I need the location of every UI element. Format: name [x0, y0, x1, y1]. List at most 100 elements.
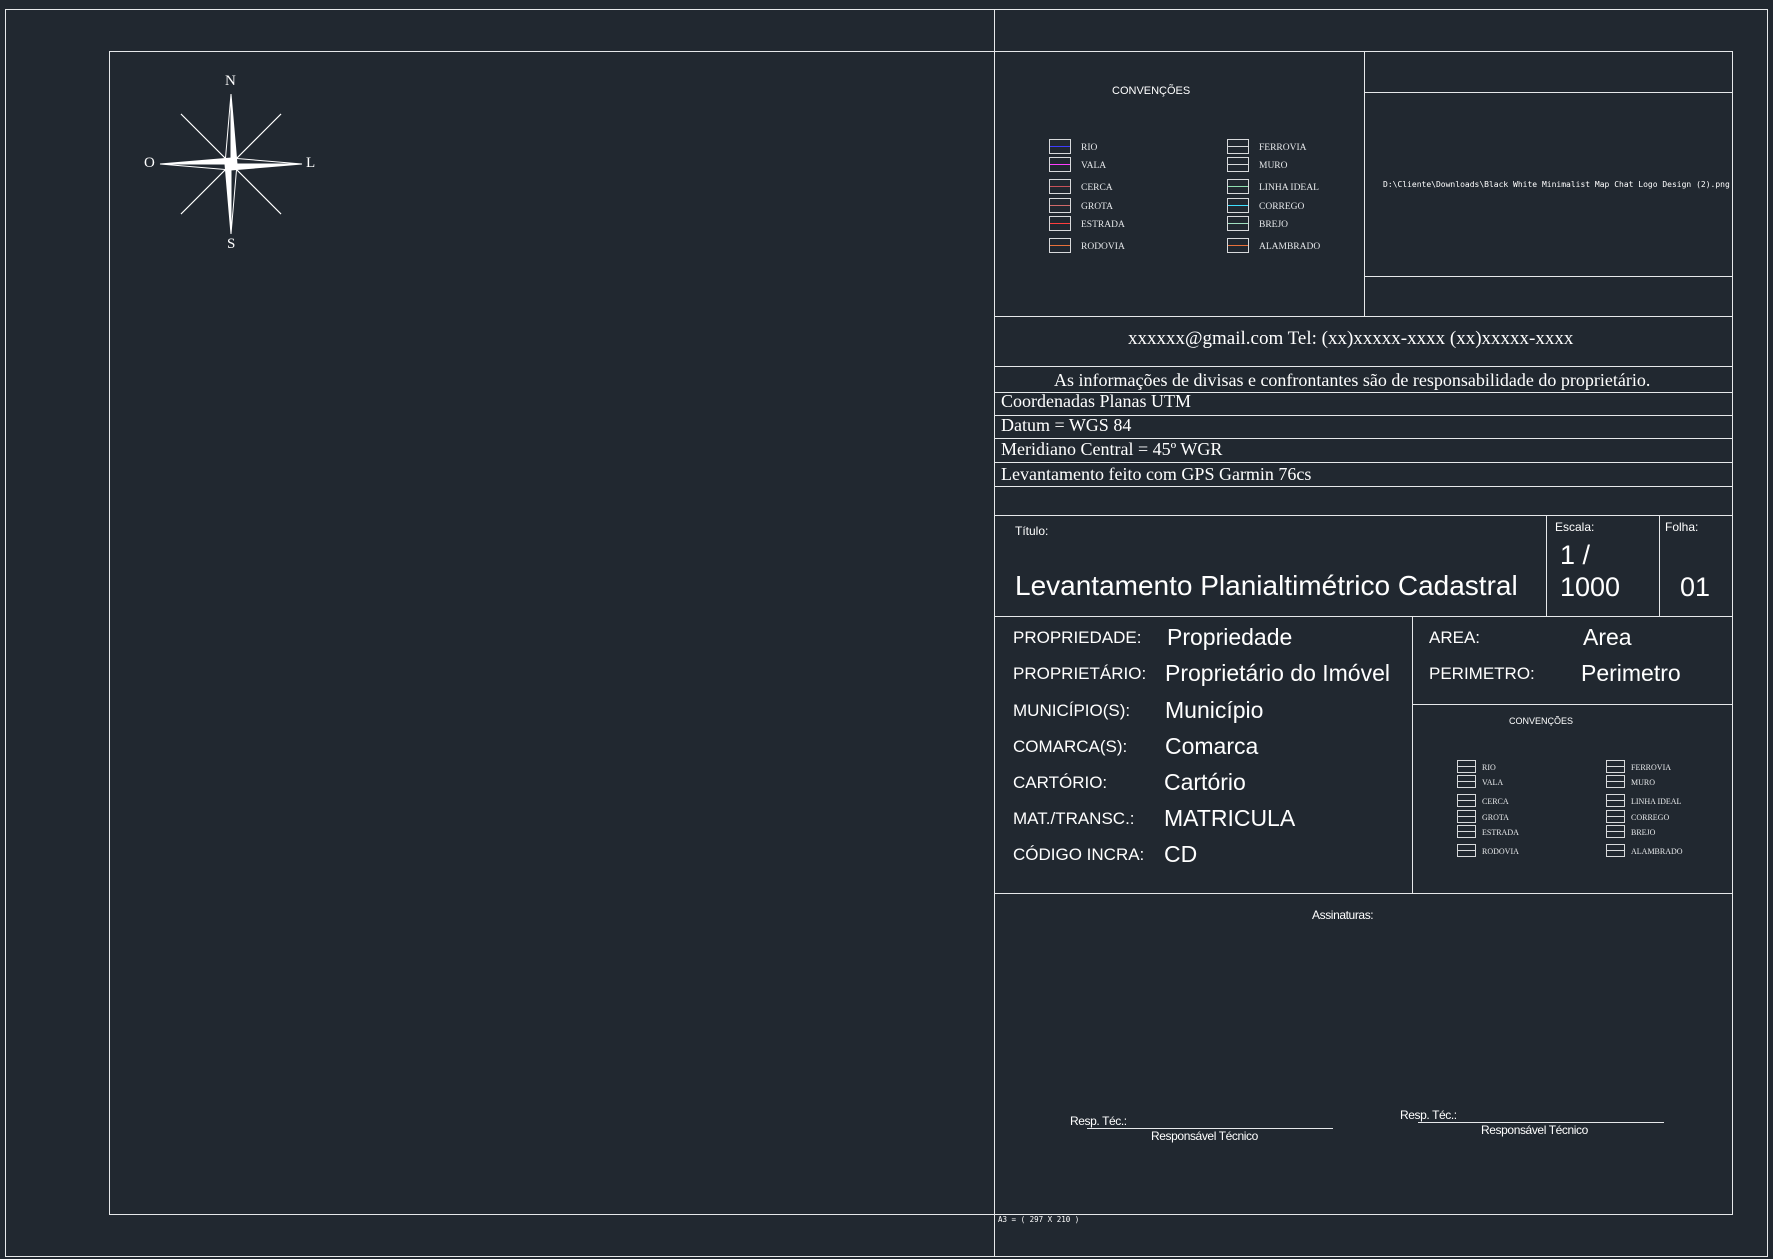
compass-south-label: S — [227, 236, 236, 252]
field-label-cartorio: CARTÓRIO: — [1013, 773, 1108, 792]
fields-divider — [1412, 616, 1413, 894]
legend-label: LINHA IDEAL — [1259, 183, 1319, 193]
legend-small-label: ALAMBRADO — [1631, 847, 1683, 856]
legend-small-swatch — [1457, 760, 1476, 773]
compass-north-label: N — [225, 73, 236, 89]
field-value-matricula: MATRICULA — [1164, 805, 1296, 831]
legend-small-swatch — [1606, 810, 1625, 823]
compass-rose: N S O L — [140, 73, 330, 256]
legend-small-title: CONVENÇÕES — [1509, 716, 1574, 726]
notes-line-4 — [994, 462, 1733, 463]
legend-label: ALAMBRADO — [1259, 242, 1321, 252]
legend-small-swatch — [1457, 844, 1476, 857]
contact-bottom-line — [994, 366, 1733, 367]
legend-swatch-grota — [1049, 198, 1071, 213]
legend-swatch-ferrovia — [1227, 139, 1249, 154]
perimetro-value: Perimetro — [1581, 660, 1681, 686]
drawing-frame — [109, 51, 1733, 1215]
disclaimer-text: As informações de divisas e confrontante… — [1054, 370, 1651, 390]
compass-star-icon — [159, 93, 303, 235]
legend-swatch-vala — [1049, 157, 1071, 172]
logo-top-line — [1364, 92, 1733, 93]
area-bottom-line — [1412, 704, 1733, 705]
compass-west-label: O — [144, 155, 155, 171]
notes-line-5 — [994, 486, 1733, 487]
escala-value-top: 1 / — [1560, 540, 1591, 570]
field-label-proprietario: PROPRIETÁRIO: — [1013, 664, 1147, 683]
legend-swatch-estrada — [1049, 216, 1071, 231]
area-label: AREA: — [1429, 628, 1481, 647]
compass-east-label: L — [306, 155, 316, 171]
legend-swatch-corrego — [1227, 198, 1249, 213]
signature-2-name: Responsável Técnico — [1481, 1123, 1588, 1137]
field-value-codigo-incra: CD — [1164, 841, 1198, 867]
field-value-cartorio: Cartório — [1164, 769, 1246, 795]
field-label-municipio: MUNICÍPIO(S): — [1013, 701, 1131, 720]
signature-1-label: Resp. Téc.: — [1070, 1114, 1127, 1128]
signature-2-label: Resp. Téc.: — [1400, 1108, 1457, 1122]
legend-label: VALA — [1081, 161, 1107, 171]
legend-small-label: GROTA — [1482, 813, 1509, 822]
logo-image-path: D:\Cliente\Downloads\Black White Minimal… — [1383, 180, 1730, 189]
folha-value: 01 — [1680, 572, 1711, 602]
folha-divider — [1659, 515, 1660, 616]
legend-swatch-linha-ideal — [1227, 179, 1249, 194]
perimetro-label: PERIMETRO: — [1429, 664, 1535, 683]
escala-label: Escala: — [1555, 520, 1595, 534]
legend-label: CORREGO — [1259, 202, 1305, 212]
legend-label: FERROVIA — [1259, 143, 1307, 153]
note-coordenadas: Coordenadas Planas UTM — [1001, 391, 1191, 411]
logo-bottom-line — [1364, 276, 1733, 277]
legend-label: BREJO — [1259, 220, 1289, 230]
field-value-comarca: Comarca — [1165, 733, 1259, 759]
legend-small-swatch — [1606, 760, 1625, 773]
legend-swatch-brejo — [1227, 216, 1249, 231]
legend-small-label: LINHA IDEAL — [1631, 797, 1682, 806]
title-bottom-line — [994, 616, 1733, 617]
legend-label: MURO — [1259, 161, 1288, 171]
legend-small-swatch — [1606, 775, 1625, 788]
legend-swatch-rio — [1049, 139, 1071, 154]
legend-small-swatch — [1606, 844, 1625, 857]
paper-size-label: A3 = ( 297 X 210 ) — [998, 1215, 1080, 1224]
note-levantamento: Levantamento feito com GPS Garmin 76cs — [1001, 464, 1312, 484]
legend-small-label: MURO — [1631, 778, 1656, 787]
field-label-comarca: COMARCA(S): — [1013, 737, 1128, 756]
signature-1-name: Responsável Técnico — [1151, 1129, 1258, 1143]
field-value-proprietario: Proprietário do Imóvel — [1165, 660, 1390, 686]
folha-label: Folha: — [1665, 520, 1699, 534]
legend-swatch-rodovia — [1049, 238, 1071, 253]
titulo-label: Título: — [1015, 524, 1049, 538]
legend-small-swatch — [1457, 810, 1476, 823]
legend-small-label: RIO — [1482, 763, 1496, 772]
legend-small-label: BREJO — [1631, 828, 1656, 837]
escala-value-bottom: 1000 — [1560, 572, 1621, 602]
notes-bottom-line — [994, 515, 1733, 516]
escala-divider — [1546, 515, 1547, 616]
field-value-propriedade: Propriedade — [1167, 624, 1293, 650]
legend-small-label: VALA — [1482, 778, 1504, 787]
field-label-propriedade: PROPRIEDADE: — [1013, 628, 1142, 647]
legend-small-label: FERROVIA — [1631, 763, 1672, 772]
legend-small-swatch — [1457, 794, 1476, 807]
legend-label: RIO — [1081, 143, 1098, 153]
note-datum: Datum = WGS 84 — [1001, 415, 1132, 435]
legend-bottom-line — [994, 316, 1733, 317]
legend-small-label: CERCA — [1482, 797, 1509, 806]
field-label-matricula: MAT./TRANSC.: — [1013, 809, 1135, 828]
legend-label: GROTA — [1081, 202, 1113, 212]
legend-small-label: ESTRADA — [1482, 828, 1519, 837]
legend-label: ESTRADA — [1081, 220, 1125, 230]
fields-bottom-line — [994, 893, 1733, 894]
signatures-title: Assinaturas: — [1312, 908, 1374, 922]
legend-small-swatch — [1606, 825, 1625, 838]
contact-line: xxxxxx@gmail.com Tel: (xx)xxxxx-xxxx (xx… — [1128, 328, 1574, 349]
legend-swatch-cerca — [1049, 179, 1071, 194]
legend-swatch-alambrado — [1227, 238, 1249, 253]
legend-title: CONVENÇÕES — [1112, 85, 1191, 97]
legend-small-label: RODOVIA — [1482, 847, 1519, 856]
titulo-value: Levantamento Planialtimétrico Cadastral — [1015, 570, 1518, 601]
legend-small-swatch — [1606, 794, 1625, 807]
legend-label: CERCA — [1081, 183, 1113, 193]
legend-small-label: CORREGO — [1631, 813, 1670, 822]
